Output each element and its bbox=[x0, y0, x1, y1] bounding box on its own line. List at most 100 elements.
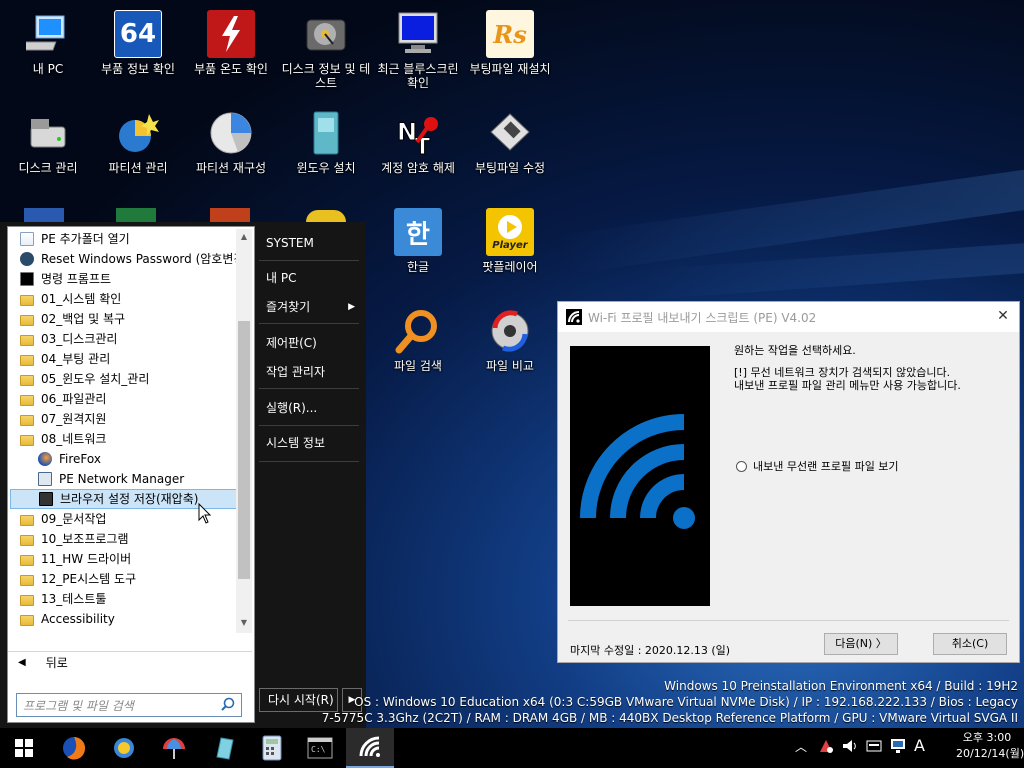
hidden-desktop-icon bbox=[210, 208, 250, 222]
program-item-label: Accessibility bbox=[41, 612, 115, 626]
radio-button[interactable] bbox=[736, 460, 747, 472]
folder-icon bbox=[20, 314, 34, 326]
program-item-label: 13_테스트툴 bbox=[41, 592, 107, 606]
desktop-icon-disk-info[interactable]: 디스크 정보 및 테스트 bbox=[278, 4, 374, 94]
dialog-message: 원하는 작업을 선택하세요. bbox=[734, 344, 856, 357]
keyboard-icon[interactable] bbox=[866, 738, 882, 758]
umbrella-taskbar[interactable] bbox=[150, 728, 198, 768]
desktop-icon-windows-install[interactable]: 윈도우 설치 bbox=[278, 103, 374, 193]
program-item[interactable]: 명령 프롬프트 bbox=[10, 269, 236, 289]
program-folder[interactable]: 01_시스템 확인 bbox=[10, 289, 236, 309]
desktop-icon-file-compare[interactable]: 파일 비교 bbox=[462, 301, 558, 391]
firefox-taskbar[interactable] bbox=[50, 728, 98, 768]
sun-icon bbox=[114, 738, 134, 758]
program-folder[interactable]: 04_부팅 관리 bbox=[10, 349, 236, 369]
scroll-down-arrow-icon[interactable]: ▼ bbox=[236, 615, 252, 631]
program-list: PE 추가폴더 열기 Reset Windows Password (암호변경) 명… bbox=[10, 229, 236, 633]
program-folder[interactable]: 13_테스트툴 bbox=[10, 589, 236, 609]
separator bbox=[259, 260, 359, 261]
file-search-icon bbox=[394, 307, 442, 355]
view-profiles-radio[interactable]: 내보낸 무선랜 프로필 파일 보기 bbox=[736, 458, 899, 474]
user-system-label[interactable]: SYSTEM bbox=[259, 231, 359, 255]
clock[interactable]: 오후 3:00 20/12/14(월) bbox=[956, 730, 1024, 762]
save-icon bbox=[39, 492, 53, 506]
program-item-label: PE Network Manager bbox=[59, 472, 185, 486]
program-panel: PE 추가폴더 열기 Reset Windows Password (암호변경) 명… bbox=[7, 226, 255, 723]
weather-taskbar[interactable] bbox=[100, 728, 148, 768]
program-item[interactable]: PE 추가폴더 열기 bbox=[10, 229, 236, 249]
desktop-icon-part-temp[interactable]: 부품 온도 확인 bbox=[183, 4, 279, 94]
desktop-icon-boot-fix[interactable]: 부팅파일 수정 bbox=[462, 103, 558, 193]
program-folder[interactable]: 10_보조프로그램 bbox=[10, 529, 236, 549]
program-item-label: 12_PE시스템 도구 bbox=[41, 572, 137, 586]
desktop-icon-part-info[interactable]: 64 부품 정보 확인 bbox=[90, 4, 186, 94]
program-list-scrollbar[interactable]: ▲ ▼ bbox=[236, 229, 252, 633]
my-pc-link[interactable]: 내 PC bbox=[259, 266, 359, 290]
program-search-input[interactable]: 프로그램 및 파일 검색 bbox=[16, 693, 242, 717]
scroll-thumb[interactable] bbox=[238, 321, 250, 579]
start-button[interactable] bbox=[0, 728, 48, 768]
folder-icon bbox=[20, 614, 34, 626]
cancel-button[interactable]: 취소(C) bbox=[933, 633, 1007, 655]
program-item-label: FireFox bbox=[59, 452, 101, 466]
volume-icon[interactable] bbox=[842, 738, 858, 758]
desktop-icon-partition-rebuild[interactable]: 파티션 재구성 bbox=[183, 103, 279, 193]
separator bbox=[259, 388, 359, 389]
program-item[interactable]: Reset Windows Password (암호변경) bbox=[10, 249, 236, 269]
program-item[interactable]: PE Network Manager bbox=[10, 469, 236, 489]
scroll-up-arrow-icon[interactable]: ▲ bbox=[236, 229, 252, 245]
svg-text:C:\: C:\ bbox=[311, 745, 326, 754]
desktop-icon-boot-reinstall[interactable]: Rs 부팅파일 재설치 bbox=[462, 4, 558, 94]
search-icon[interactable] bbox=[221, 697, 235, 714]
show-hidden-icons-chevron-icon[interactable]: ︿ bbox=[795, 738, 807, 755]
desktop-icon-file-search[interactable]: 파일 검색 bbox=[370, 301, 466, 391]
desktop-icon-disk-manage[interactable]: 디스크 관리 bbox=[0, 103, 96, 193]
program-folder[interactable]: 05_윈도우 설치_관리 bbox=[10, 369, 236, 389]
wifi-script-taskbar[interactable] bbox=[346, 728, 394, 768]
glass-icon bbox=[216, 737, 234, 760]
program-folder[interactable]: 07_원격지원 bbox=[10, 409, 236, 429]
file-compare-icon bbox=[486, 307, 534, 355]
program-folder[interactable]: 08_네트워크 bbox=[10, 429, 236, 449]
program-item-label: 06_파일관리 bbox=[41, 392, 107, 406]
program-folder[interactable]: 02_백업 및 복구 bbox=[10, 309, 236, 329]
calculator-taskbar[interactable] bbox=[248, 728, 296, 768]
program-item[interactable]: FireFox bbox=[10, 449, 236, 469]
desktop-icon-bluescreen[interactable]: 최근 블루스크린 확인 bbox=[370, 4, 466, 94]
program-item-label: 05_윈도우 설치_관리 bbox=[41, 372, 150, 386]
system-info-link[interactable]: 시스템 정보 bbox=[259, 431, 359, 455]
network-icon[interactable] bbox=[890, 738, 906, 758]
cmd-icon bbox=[20, 272, 34, 286]
restart-button[interactable]: 다시 시작(R) bbox=[259, 688, 338, 712]
close-icon[interactable]: ✕ bbox=[995, 308, 1011, 324]
task-manager-link[interactable]: 작업 관리자 bbox=[259, 360, 359, 384]
cmd-taskbar[interactable]: C:\ bbox=[296, 728, 344, 768]
ime-indicator[interactable]: A bbox=[914, 736, 925, 755]
run-link[interactable]: 실행(R)... bbox=[259, 396, 359, 420]
hangul-icon: 한 bbox=[394, 208, 442, 256]
wifi-dot bbox=[673, 507, 695, 529]
favorites-link[interactable]: 즐겨찾기 ▶ bbox=[259, 295, 359, 319]
desktop-icon-hangul[interactable]: 한 한글 bbox=[370, 202, 466, 292]
program-item-label: 03_디스크관리 bbox=[41, 332, 118, 346]
desktop-icon-potplayer[interactable]: Player 팟플레이어 bbox=[462, 202, 558, 292]
program-folder[interactable]: Accessibility bbox=[10, 609, 236, 629]
desktop-icon-partition-manage[interactable]: 파티션 관리 bbox=[90, 103, 186, 193]
program-folder[interactable]: 06_파일관리 bbox=[10, 389, 236, 409]
partition-pie-icon bbox=[207, 109, 255, 157]
program-item-label: Reset Windows Password (암호변경) bbox=[41, 252, 236, 266]
program-folder[interactable]: 03_디스크관리 bbox=[10, 329, 236, 349]
next-button[interactable]: 다음(N) 〉 bbox=[824, 633, 898, 655]
dialog-titlebar[interactable]: Wi-Fi 프로필 내보내기 스크립트 (PE) V4.02 ✕ bbox=[558, 302, 1019, 332]
network-connect-icon[interactable] bbox=[818, 738, 834, 758]
back-button[interactable]: ◀ 뒤로 bbox=[8, 651, 252, 673]
cpu-64-icon: 64 bbox=[114, 10, 162, 58]
control-panel-link[interactable]: 제어판(C) bbox=[259, 331, 359, 355]
desktop-icon-nt-password[interactable]: NT 계정 암호 해제 bbox=[370, 103, 466, 193]
program-folder[interactable]: 11_HW 드라이버 bbox=[10, 549, 236, 569]
hidden-desktop-icon bbox=[24, 208, 64, 222]
program-item-label: 11_HW 드라이버 bbox=[41, 552, 132, 566]
desktop-icon-my-pc[interactable]: 내 PC bbox=[0, 4, 96, 94]
program-folder[interactable]: 12_PE시스템 도구 bbox=[10, 569, 236, 589]
explorer-taskbar[interactable] bbox=[200, 728, 248, 768]
